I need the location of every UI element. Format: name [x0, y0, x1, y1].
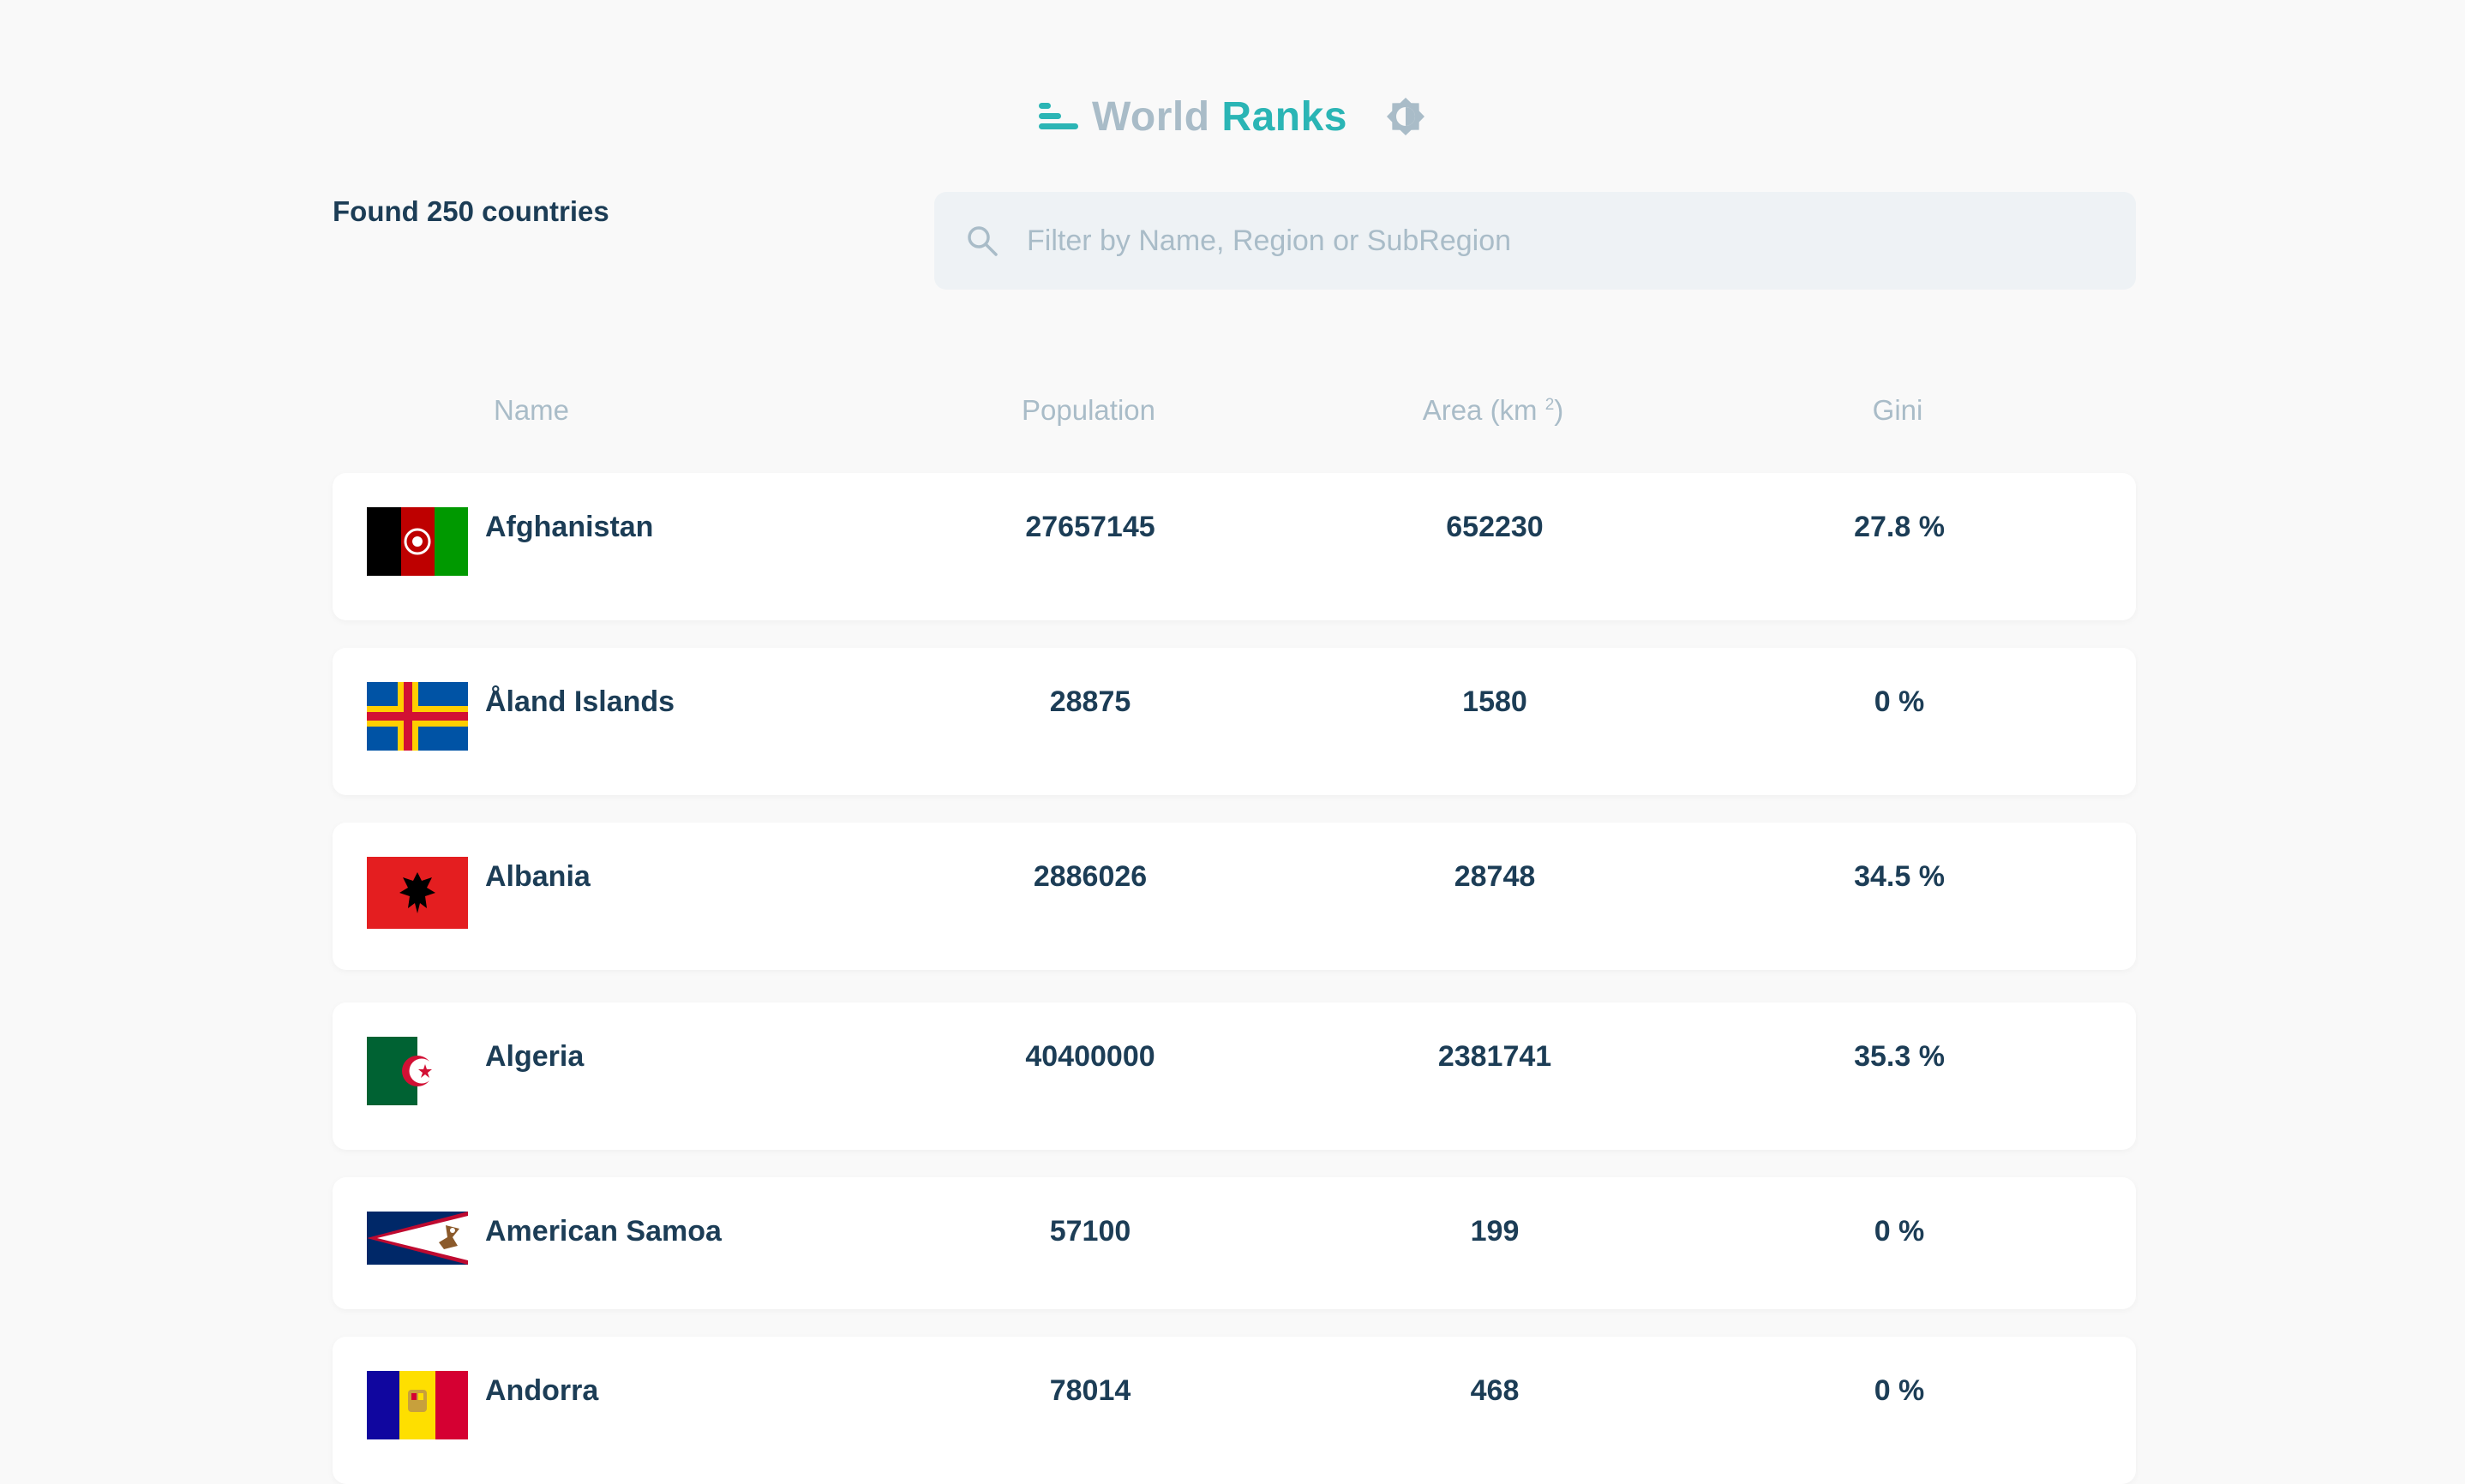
country-population: 28875 [1049, 685, 1131, 718]
column-header-area[interactable]: Area (km 2) [1423, 394, 1564, 427]
search-input[interactable] [1027, 215, 2098, 266]
country-name: Albania [485, 860, 591, 893]
country-area: 1580 [1462, 685, 1527, 718]
country-area: 199 [1470, 1215, 1520, 1248]
country-area: 28748 [1454, 860, 1536, 893]
country-gini: 34.5 % [1854, 860, 1945, 893]
country-name: Algeria [485, 1040, 585, 1073]
search-icon [968, 226, 998, 256]
search-box[interactable] [934, 192, 2136, 290]
country-gini: 35.3 % [1854, 1040, 1945, 1073]
app-header: World Ranks [0, 89, 2465, 144]
brand-logo[interactable]: World Ranks [1038, 93, 1347, 141]
country-name: Afghanistan [485, 511, 654, 543]
title-world: World [1091, 93, 1210, 140]
area-header-superscript: 2 [1544, 396, 1555, 414]
table-row[interactable]: Albania 2886026 28748 34.5 % [333, 823, 2136, 970]
column-header-gini[interactable]: Gini [1873, 394, 1923, 427]
app-title: World Ranks [1092, 93, 1347, 141]
country-gini: 0 % [1874, 1374, 1925, 1407]
country-gini: 27.8 % [1854, 511, 1945, 543]
results-count: Found 250 countries [333, 195, 609, 227]
bar-chart-icon [1038, 103, 1078, 129]
country-name: Andorra [485, 1374, 599, 1407]
area-header-label: Area (km [1422, 394, 1538, 426]
afghanistan-flag-icon [367, 507, 468, 576]
american-samoa-flag-icon [367, 1212, 468, 1265]
country-area: 468 [1470, 1374, 1520, 1407]
country-population: 2886026 [1033, 860, 1148, 893]
brightness-icon[interactable] [1385, 96, 1426, 137]
andorra-flag-icon [367, 1371, 468, 1439]
table-header: Name Population Area (km 2) Gini [333, 394, 2136, 435]
country-name: Åland Islands [485, 685, 675, 718]
aland-islands-flag-icon [367, 682, 468, 751]
country-population: 27657145 [1025, 511, 1155, 543]
country-gini: 0 % [1874, 1215, 1925, 1248]
country-area: 652230 [1446, 511, 1544, 543]
column-header-name[interactable]: Name [494, 394, 569, 427]
table-row[interactable]: Afghanistan 27657145 652230 27.8 % [333, 473, 2136, 620]
table-row[interactable]: Åland Islands 28875 1580 0 % [333, 648, 2136, 795]
albania-flag-icon [367, 857, 468, 929]
country-name: American Samoa [485, 1215, 722, 1248]
table-row[interactable]: American Samoa 57100 199 0 % [333, 1177, 2136, 1309]
title-ranks: Ranks [1221, 93, 1347, 140]
country-population: 78014 [1049, 1374, 1131, 1407]
country-area: 2381741 [1437, 1040, 1552, 1073]
algeria-flag-icon [367, 1037, 468, 1105]
country-population: 40400000 [1025, 1040, 1155, 1073]
area-header-close: ) [1554, 394, 1564, 426]
table-row[interactable]: Algeria 40400000 2381741 35.3 % [333, 1002, 2136, 1150]
country-gini: 0 % [1874, 685, 1925, 718]
table-row[interactable]: Andorra 78014 468 0 % [333, 1337, 2136, 1484]
column-header-population[interactable]: Population [1022, 394, 1155, 427]
country-population: 57100 [1049, 1215, 1131, 1248]
